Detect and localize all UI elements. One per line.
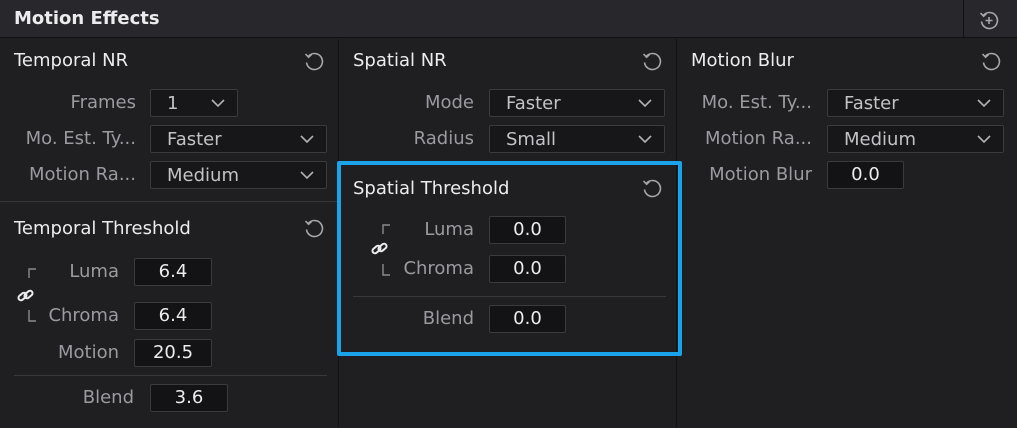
chevron-down-icon: [300, 171, 314, 180]
chevron-down-icon: [977, 135, 991, 144]
spatial-blend-label: Blend: [422, 308, 474, 329]
mode-dropdown[interactable]: Faster: [489, 89, 665, 117]
blur-motion-range-label: Motion Ra...: [704, 128, 812, 149]
spatial-blend-field[interactable]: 0.0: [489, 305, 566, 333]
section-divider: [353, 296, 666, 297]
temporal-threshold-reset-icon[interactable]: [303, 217, 325, 239]
temporal-luma-label: Luma: [69, 261, 119, 282]
spatial-luma-label: Luma: [424, 219, 474, 240]
blur-motion-range-dropdown[interactable]: Medium: [827, 125, 1004, 153]
temporal-motion-label: Motion: [57, 342, 119, 363]
temporal-blend-field[interactable]: 3.6: [150, 384, 228, 412]
chevron-down-icon: [977, 99, 991, 108]
link-icon[interactable]: [370, 239, 390, 259]
section-divider: [14, 375, 327, 376]
motion-range-value: Medium: [167, 165, 239, 186]
motion-est-type-dropdown[interactable]: Faster: [150, 125, 327, 153]
temporal-chroma-field[interactable]: 6.4: [134, 302, 212, 330]
mode-value: Faster: [506, 93, 561, 114]
mode-label: Mode: [424, 92, 474, 113]
radius-value: Small: [506, 129, 556, 150]
spatial-chroma-field[interactable]: 0.0: [489, 255, 566, 283]
spatial-threshold-reset-icon[interactable]: [641, 177, 663, 199]
radius-dropdown[interactable]: Small: [489, 125, 665, 153]
motion-range-label: Motion Ra...: [28, 164, 136, 185]
temporal-threshold-title: Temporal Threshold: [14, 218, 191, 239]
link-icon[interactable]: [16, 286, 36, 306]
motion-est-type-value: Faster: [167, 129, 222, 150]
chevron-down-icon: [638, 99, 652, 108]
panel-title: Motion Effects: [14, 8, 160, 29]
spatial-nr-reset-icon[interactable]: [641, 50, 663, 72]
temporal-chroma-label: Chroma: [48, 305, 119, 326]
spatial-luma-field[interactable]: 0.0: [489, 216, 566, 244]
temporal-blend-label: Blend: [82, 387, 134, 408]
spatial-threshold-title: Spatial Threshold: [353, 178, 510, 199]
chevron-down-icon: [211, 99, 225, 108]
blur-motion-range-value: Medium: [844, 129, 916, 150]
spatial-nr-title: Spatial NR: [353, 50, 447, 71]
temporal-luma-field[interactable]: 6.4: [134, 258, 212, 286]
temporal-nr-title: Temporal NR: [14, 50, 129, 71]
blur-motion-est-type-value: Faster: [844, 93, 899, 114]
motion-blur-field[interactable]: 0.0: [827, 161, 904, 189]
motion-range-dropdown[interactable]: Medium: [150, 161, 327, 189]
chevron-down-icon: [638, 135, 652, 144]
chevron-down-icon: [300, 135, 314, 144]
blur-motion-est-type-dropdown[interactable]: Faster: [827, 89, 1004, 117]
motion-blur-reset-icon[interactable]: [980, 50, 1002, 72]
blur-motion-est-type-label: Mo. Est. Ty...: [701, 92, 812, 113]
radius-label: Radius: [413, 128, 474, 149]
motion-blur-title: Motion Blur: [691, 50, 794, 71]
frames-value: 1: [167, 93, 179, 114]
motion-blur-label: Motion Blur: [709, 164, 812, 185]
motion-est-type-label: Mo. Est. Ty...: [25, 128, 136, 149]
header-divider: [963, 0, 964, 38]
section-divider: [0, 201, 338, 202]
spatial-chroma-label: Chroma: [403, 258, 474, 279]
reset-all-icon[interactable]: [978, 9, 1000, 31]
frames-label: Frames: [70, 92, 136, 113]
frames-dropdown[interactable]: 1: [150, 89, 238, 117]
temporal-motion-field[interactable]: 20.5: [134, 339, 212, 367]
temporal-nr-reset-icon[interactable]: [303, 50, 325, 72]
